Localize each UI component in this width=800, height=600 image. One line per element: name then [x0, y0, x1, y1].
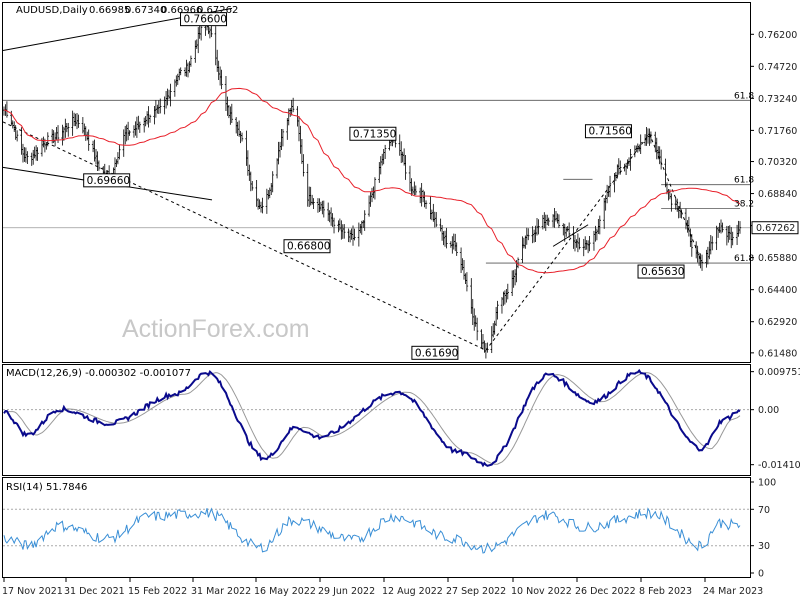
- x-axis: 17 Nov 2021 31 Dec 2021 15 Feb 2022 31 Mar …: [2, 578, 763, 597]
- current-price-label: 0.67262: [756, 223, 795, 234]
- audusd-chart: ActionForex.com 0.766000.696600.713500.6…: [2, 2, 800, 597]
- x-tick-label-4: 16 May 2022: [254, 586, 316, 597]
- x-tick-label-7: 27 Sep 2022: [446, 586, 506, 597]
- price-axis: 0.76200 0.74720 0.73240 0.71760 0.70320 0.688…: [750, 30, 799, 359]
- rsi-panel-frame: [2, 477, 751, 578]
- rsi-tick-label-0: 100: [758, 478, 776, 489]
- price-tick-label-8: 0.64400: [758, 285, 797, 296]
- watermark: ActionForex.com: [122, 315, 310, 343]
- rsi-tick-label-1: 70: [758, 505, 770, 516]
- chart-header-symbol: AUDUSD,Daily: [16, 5, 88, 16]
- swing-label-1: 0.69660: [87, 175, 130, 187]
- fib-label-0: 61.8: [734, 91, 754, 101]
- chart-header-close: 0.67262: [197, 5, 238, 16]
- x-tick-label-9: 26 Dec 2022: [575, 586, 636, 597]
- x-tick-label-10: 8 Feb 2023: [639, 586, 692, 597]
- fib-label-2: 38.2: [734, 200, 754, 210]
- fib-label-1: 61.8: [734, 176, 754, 186]
- swing-label-4: 0.61690: [415, 347, 458, 359]
- price-tick-label-1: 0.74720: [758, 62, 797, 73]
- chart-root: ActionForex.com 0.76600 0.69660 0.71350 0.6…: [0, 0, 800, 600]
- rsi-tick-label-2: 30: [758, 541, 770, 552]
- swing-label-5: 0.71560: [588, 126, 631, 138]
- price-tick-label-2: 0.73240: [758, 94, 797, 105]
- macd-panel-frame: [2, 364, 751, 476]
- x-tick-label-0: 17 Nov 2021: [2, 586, 63, 597]
- fib-label-3: 61.8: [734, 254, 754, 264]
- swing-label-6: 0.65630: [641, 266, 684, 278]
- price-tick-label-7: 0.65880: [758, 253, 797, 264]
- macd-tick-label-0: 0.009751: [758, 367, 800, 378]
- swing-label-2: 0.71350: [353, 128, 396, 140]
- x-tick-label-8: 10 Nov 2022: [511, 586, 572, 597]
- swing-label-3: 0.66800: [287, 241, 330, 253]
- x-tick-label-3: 31 Mar 2022: [191, 586, 251, 597]
- price-tick-label-10: 0.61480: [758, 348, 797, 359]
- price-tick-label-4: 0.70320: [758, 157, 797, 168]
- price-tick-label-0: 0.76200: [758, 30, 797, 41]
- price-tick-label-5: 0.68840: [758, 189, 797, 200]
- price-tick-label-9: 0.62920: [758, 317, 797, 328]
- x-tick-label-2: 15 Feb 2022: [128, 586, 187, 597]
- rsi-tick-label-3: 0: [758, 569, 764, 580]
- x-tick-label-5: 29 Jun 2022: [318, 586, 375, 597]
- x-tick-label-6: 12 Aug 2022: [382, 586, 443, 597]
- macd-label: MACD(12,26,9) -0.000302 -0.001077: [6, 368, 191, 379]
- x-tick-label-1: 31 Dec 2021: [64, 586, 125, 597]
- x-tick-label-11: 24 Mar 2023: [703, 586, 763, 597]
- rsi-label: RSI(14) 51.7846: [6, 482, 87, 493]
- macd-tick-label-1: 0.00: [758, 405, 779, 416]
- price-tick-label-3: 0.71760: [758, 126, 797, 137]
- macd-tick-label-2: -0.014107: [758, 460, 800, 471]
